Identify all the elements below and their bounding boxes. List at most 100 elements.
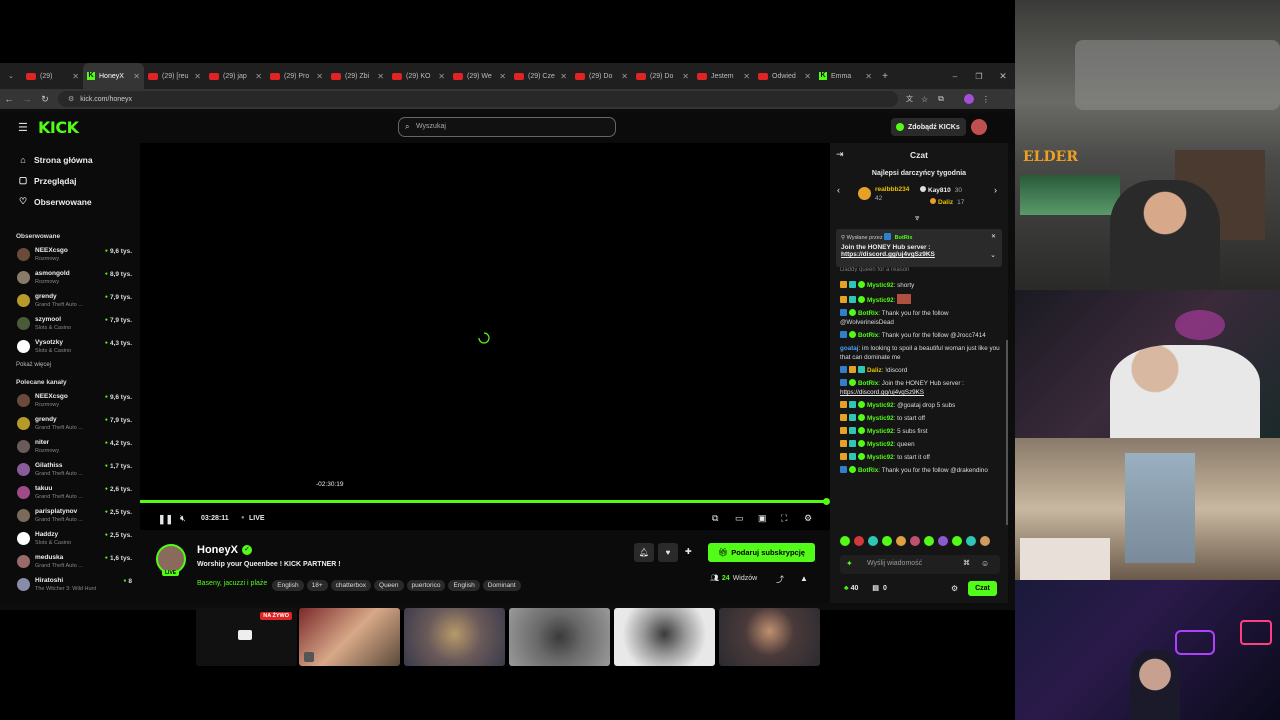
- search-box[interactable]: ⌕ Wyszukaj: [398, 117, 616, 137]
- stream-tag[interactable]: 18+: [306, 580, 328, 591]
- top-gifter[interactable]: Daliz 17: [930, 198, 964, 206]
- top-gifter[interactable]: realbbb234 42: [858, 186, 913, 202]
- sidebar-channel[interactable]: parisplatynov Grand Theft Auto ... 2,5 tys…: [0, 505, 140, 528]
- live-indicator[interactable]: LIVE: [249, 515, 265, 522]
- report-icon[interactable]: ▲: [800, 574, 808, 583]
- browser-tab[interactable]: Odwied ✕: [754, 63, 815, 89]
- emote-icon[interactable]: [896, 536, 906, 546]
- expand-pinned-icon[interactable]: ⌄: [990, 251, 996, 259]
- close-tab-icon[interactable]: ✕: [72, 72, 79, 81]
- close-window-button[interactable]: ✕: [991, 71, 1015, 82]
- show-more-link[interactable]: Pokaż więcej: [0, 362, 140, 368]
- theater-mode-icon[interactable]: ▭: [735, 513, 744, 524]
- sidebar-channel[interactable]: NEEXcsgo Rozmowy 9,6 tys.: [0, 244, 140, 267]
- browser-tab[interactable]: (29) Zbi ✕: [327, 63, 388, 89]
- emoji-icon[interactable]: ☺: [981, 559, 989, 568]
- chat-username[interactable]: Mystic92: [867, 282, 894, 289]
- sidebar-channel[interactable]: takuu Grand Theft Auto ... 2,6 tys.: [0, 482, 140, 505]
- gift-count[interactable]: 0: [883, 585, 887, 592]
- follow-heart-button[interactable]: ♥: [658, 543, 678, 562]
- emote-icon[interactable]: [924, 536, 934, 546]
- sidebar-channel[interactable]: meduska Grand Theft Auto ... 1,6 tys.: [0, 551, 140, 574]
- close-tab-icon[interactable]: ✕: [377, 72, 384, 81]
- stream-thumbnail[interactable]: [404, 608, 505, 666]
- emote-icon[interactable]: [910, 536, 920, 546]
- chat-settings-icon[interactable]: ⚙: [951, 584, 958, 593]
- sidebar-channel[interactable]: Hiratoshi The Witcher 3: Wild Hunt 8: [0, 574, 140, 597]
- pause-icon[interactable]: ❚❚: [158, 514, 173, 525]
- browser-tab[interactable]: (29) We ✕: [449, 63, 510, 89]
- send-chat-button[interactable]: Czat: [968, 581, 997, 596]
- stream-thumbnail[interactable]: [299, 608, 400, 666]
- sidebar-channel[interactable]: Gilathiss Grand Theft Auto ... 1,7 tys.: [0, 459, 140, 482]
- minimize-button[interactable]: –: [943, 72, 967, 81]
- notification-bell-button[interactable]: 🔔︎: [634, 543, 654, 562]
- emote-icon[interactable]: [952, 536, 962, 546]
- browser-tab[interactable]: (29) Cze ✕: [510, 63, 571, 89]
- browser-tab[interactable]: (29) KO ✕: [388, 63, 449, 89]
- stream-tag[interactable]: chatterbox: [330, 580, 372, 591]
- chat-username[interactable]: BotRix: [858, 310, 878, 317]
- close-tab-icon[interactable]: ✕: [865, 72, 872, 81]
- stream-tag[interactable]: English: [448, 580, 480, 591]
- points-count[interactable]: 40: [851, 585, 859, 592]
- fullscreen-icon[interactable]: ⛶: [781, 513, 787, 524]
- sidebar-nav-item[interactable]: ▢ Przeglądaj: [0, 170, 140, 191]
- chat-username[interactable]: BotRix: [858, 380, 878, 387]
- live-thumbnail-dark[interactable]: NA ŻYWO: [196, 608, 297, 666]
- translate-icon[interactable]: 文: [906, 94, 913, 104]
- browser-tab[interactable]: (29) jap ✕: [205, 63, 266, 89]
- pinned-by-user[interactable]: BotRix: [895, 235, 913, 241]
- chat-username[interactable]: Mystic92: [867, 402, 894, 409]
- stream-thumbnail[interactable]: [509, 608, 610, 666]
- chat-username[interactable]: Mystic92: [867, 297, 894, 304]
- chat-username[interactable]: Mystic92: [867, 428, 894, 435]
- emote-icon[interactable]: [980, 536, 990, 546]
- gifters-next-icon[interactable]: ›: [994, 185, 997, 195]
- site-info-icon[interactable]: ⚙: [68, 95, 74, 103]
- new-tab-button[interactable]: +: [876, 71, 894, 82]
- hamburger-menu-icon[interactable]: ☰: [18, 121, 28, 134]
- mute-icon[interactable]: 🔇︎: [180, 513, 186, 524]
- sidebar-channel[interactable]: Haddzy Slots & Casino 2,5 tys.: [0, 528, 140, 551]
- sidebar-nav-item[interactable]: ⌂ Strona główna: [0, 149, 140, 170]
- chat-input[interactable]: ✦ Wyślij wiadomość ⌘ ☺: [840, 555, 1000, 574]
- close-tab-icon[interactable]: ✕: [499, 72, 506, 81]
- close-tab-icon[interactable]: ✕: [194, 72, 201, 81]
- tab-search-icon[interactable]: ⌄: [0, 72, 22, 80]
- reload-icon[interactable]: ↻: [36, 94, 54, 105]
- close-tab-icon[interactable]: ✕: [255, 72, 262, 81]
- chat-username[interactable]: goataj: [840, 345, 859, 352]
- emote-icon[interactable]: [966, 536, 976, 546]
- pinned-link[interactable]: https://discord.gg/uj4vgSz9KS: [841, 251, 997, 258]
- stream-thumbnail[interactable]: [719, 608, 820, 666]
- emote-icon[interactable]: [938, 536, 948, 546]
- top-gifter[interactable]: Kay810 30: [920, 186, 962, 194]
- sidebar-channel[interactable]: asmongold Rozmowy 8,9 tys.: [0, 267, 140, 290]
- filter-icon[interactable]: ⩔: [915, 213, 920, 223]
- close-tab-icon[interactable]: ✕: [316, 72, 323, 81]
- sidebar-channel[interactable]: grendy Grand Theft Auto ... 7,9 tys.: [0, 290, 140, 313]
- menu-kebab-icon[interactable]: ⋮: [982, 95, 990, 104]
- bookmark-star-icon[interactable]: ☆: [921, 95, 928, 104]
- stream-thumbnail[interactable]: [614, 608, 715, 666]
- browser-tab[interactable]: (29) Pro ✕: [266, 63, 327, 89]
- back-icon[interactable]: ←: [0, 94, 18, 104]
- sidebar-channel[interactable]: NEEXcsgo Rozmowy 9,6 tys.: [0, 390, 140, 413]
- close-tab-icon[interactable]: ✕: [560, 72, 567, 81]
- stream-tag[interactable]: Queen: [374, 580, 404, 591]
- sidebar-channel[interactable]: grendy Grand Theft Auto ... 7,9 tys.: [0, 413, 140, 436]
- unpin-icon[interactable]: ✕: [991, 233, 996, 240]
- chat-scrollbar[interactable]: [1006, 340, 1008, 525]
- close-tab-icon[interactable]: ✕: [682, 72, 689, 81]
- seek-handle[interactable]: [823, 498, 830, 505]
- browser-tab[interactable]: K HoneyX ✕: [83, 63, 144, 89]
- gifters-prev-icon[interactable]: ‹: [837, 185, 840, 195]
- chat-username[interactable]: Daliz: [867, 367, 882, 374]
- clip-icon[interactable]: ▣: [758, 513, 767, 524]
- forward-icon[interactable]: →: [18, 94, 36, 104]
- channel-name[interactable]: HoneyX: [197, 544, 238, 556]
- emote-icon[interactable]: [854, 536, 864, 546]
- chat-link[interactable]: https://discord.gg/uj4vgSz9KS: [840, 389, 924, 396]
- sidebar-nav-item[interactable]: ♡ Obserwowane: [0, 191, 140, 212]
